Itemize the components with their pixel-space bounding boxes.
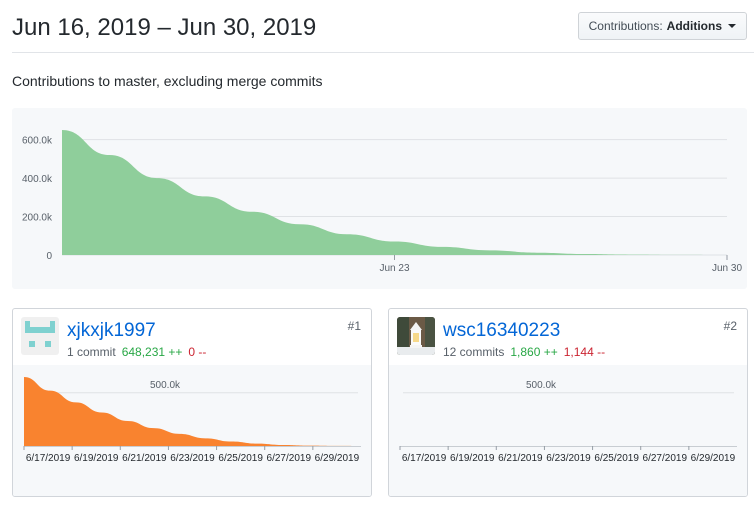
y-tick-label: 400.0k xyxy=(22,174,53,185)
x-tick-label: 6/21/2019 xyxy=(498,453,543,464)
contributor-card-1: xjkxjk1997 #1 1 commit 648,231 ++ 0 -- 5… xyxy=(12,308,372,497)
x-tick-label: 6/17/2019 xyxy=(402,453,447,464)
contributor-chart: 500.0k 6/17/2019 6/19/2019 6/21/2019 6/23/20… xyxy=(13,365,371,496)
y-tick-label: 200.0k xyxy=(22,213,53,224)
contributor-chart-svg: 500.0k 6/17/2019 6/19/2019 6/21/2019 6/23/20… xyxy=(23,377,361,464)
contributions-type-dropdown[interactable]: Contributions: Additions xyxy=(577,12,747,40)
contributor-username-link[interactable]: xjkxjk1997 xyxy=(67,320,156,342)
date-range-title: Jun 16, 2019 – Jun 30, 2019 xyxy=(12,14,317,41)
x-tick-label: 6/25/2019 xyxy=(218,453,263,464)
y-tick-label: 0 xyxy=(46,251,52,262)
contributor-stats: 12 commits 1,860 ++ 1,144 -- xyxy=(443,345,605,359)
lantern-photo-icon[interactable] xyxy=(397,317,435,355)
x-tick-label: 6/29/2019 xyxy=(315,453,360,464)
contributor-stats: 1 commit 648,231 ++ 0 -- xyxy=(67,345,206,359)
contributor-card-2: wsc16340223 #2 12 commits 1,860 ++ 1,144… xyxy=(388,308,748,497)
x-tick-label: 6/27/2019 xyxy=(643,453,688,464)
y-tick-label: 600.0k xyxy=(22,136,53,147)
additions-count: 648,231 ++ xyxy=(121,345,183,359)
identicon-icon[interactable] xyxy=(21,317,59,355)
x-tick-label: Jun 23 xyxy=(379,263,409,274)
contributor-username-link[interactable]: wsc16340223 xyxy=(443,320,560,342)
x-tick-label: Jun 30 xyxy=(712,263,742,274)
y-tick-label: 500.0k xyxy=(150,380,181,391)
x-tick-label: 6/25/2019 xyxy=(594,453,639,464)
additions-count: 1,860 ++ xyxy=(510,345,558,359)
contributor-card-header: xjkxjk1997 #1 1 commit 648,231 ++ 0 -- xyxy=(13,309,371,365)
contributor-rank: #2 xyxy=(723,319,737,333)
caret-down-icon xyxy=(728,24,736,28)
contributor-chart-svg: 500.0k 6/17/2019 6/19/2019 6/21/2019 6/23/20… xyxy=(399,380,737,464)
y-tick-label: 500.0k xyxy=(526,380,557,391)
deletions-count: 0 -- xyxy=(188,345,207,359)
deletions-count: 1,144 -- xyxy=(563,345,606,359)
x-tick-label: 6/23/2019 xyxy=(170,453,215,464)
x-tick-label: 6/19/2019 xyxy=(74,453,119,464)
commit-count-link[interactable]: 1 commit xyxy=(67,345,116,359)
contributor-rank: #1 xyxy=(347,319,361,333)
x-tick-label: 6/19/2019 xyxy=(450,453,495,464)
additions-area-series xyxy=(24,377,361,446)
x-tick-label: 6/23/2019 xyxy=(546,453,591,464)
main-chart-svg: 0 200.0k 400.0k 600.0k Jun 23 Jun 30 xyxy=(22,130,742,274)
main-contributions-chart: 0 200.0k 400.0k 600.0k Jun 23 Jun 30 xyxy=(12,108,747,289)
contributor-card-header: wsc16340223 #2 12 commits 1,860 ++ 1,144… xyxy=(389,309,747,365)
x-tick-label: 6/27/2019 xyxy=(267,453,312,464)
page-header: Jun 16, 2019 – Jun 30, 2019 Contribution… xyxy=(12,0,754,53)
x-tick-label: 6/21/2019 xyxy=(122,453,167,464)
commit-count-link[interactable]: 12 commits xyxy=(443,345,504,359)
additions-area-series xyxy=(62,130,727,255)
dropdown-value: Additions xyxy=(666,19,722,33)
dropdown-label: Contributions: xyxy=(588,19,663,33)
chart-subtitle: Contributions to master, excluding merge… xyxy=(12,73,323,89)
x-tick-label: 6/29/2019 xyxy=(691,453,736,464)
contributor-chart: 500.0k 6/17/2019 6/19/2019 6/21/2019 6/23/20… xyxy=(389,365,747,496)
x-tick-label: 6/17/2019 xyxy=(26,453,71,464)
